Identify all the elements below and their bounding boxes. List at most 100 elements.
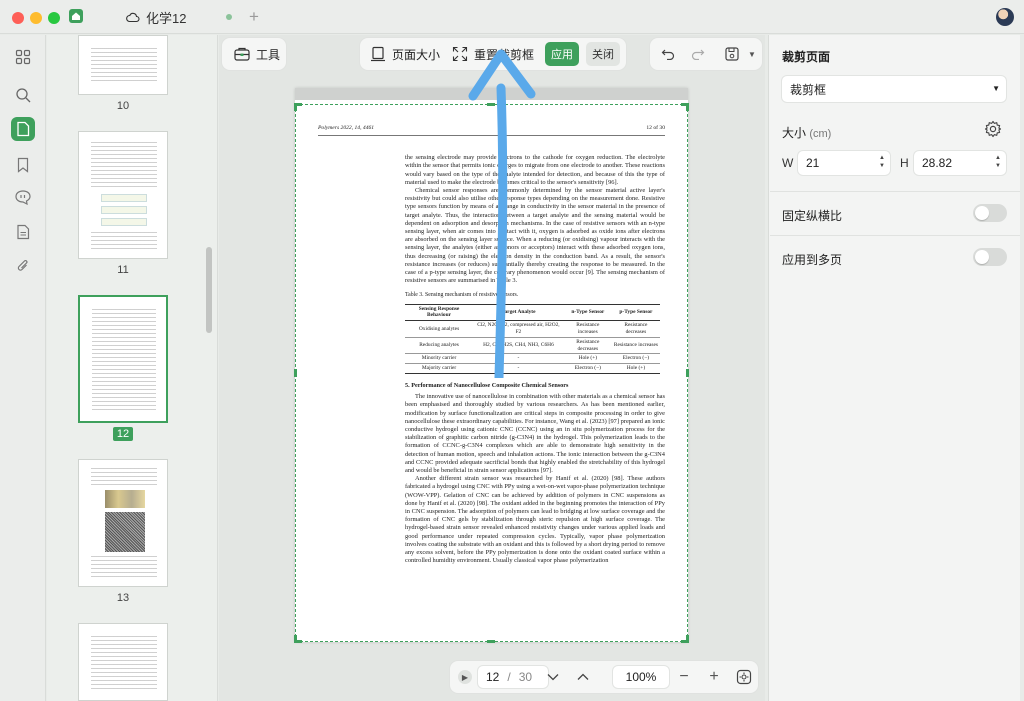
attachment-icon[interactable] [11, 254, 35, 278]
crop-handle[interactable] [294, 635, 297, 643]
total-pages: 30 [518, 670, 533, 684]
lock-ratio-label: 固定纵横比 [782, 209, 843, 223]
width-label: W [782, 156, 794, 170]
page-number-input[interactable]: 12 / 30 [478, 666, 548, 688]
new-tab-button[interactable]: + [249, 7, 259, 27]
crop-handle[interactable] [686, 369, 689, 377]
table-header: Sensing Response Behaviour [405, 303, 474, 322]
document-list-icon[interactable] [11, 220, 35, 244]
crop-handle[interactable] [294, 369, 297, 377]
stepper-icon[interactable]: ▲ ▼ [995, 154, 1001, 170]
toolbox-icon [234, 47, 250, 61]
width-input[interactable]: 21 ▲ ▼ [798, 151, 890, 175]
redo-icon[interactable] [688, 44, 708, 64]
left-rail [0, 35, 46, 701]
table-cell: Hole (+) [611, 363, 660, 375]
tools-label: 工具 [256, 47, 281, 62]
thumbnail-label: 13 [116, 592, 130, 604]
undo-icon[interactable] [658, 44, 678, 64]
search-icon[interactable] [11, 83, 35, 107]
table-cell: Reducing analytes [405, 337, 474, 355]
fit-page-icon[interactable] [734, 667, 754, 687]
table-cell: Minority carrier [405, 353, 474, 365]
thumbnail-page-10[interactable] [78, 35, 168, 95]
thumbnail-page-13[interactable] [78, 459, 168, 587]
journal-ref: Polymers 2022, 14, 4461 [318, 125, 375, 131]
table-header: p-Type Sensor [611, 303, 660, 322]
page-size-button[interactable]: 页面大小 [370, 38, 440, 70]
table-cell: Hole (+) [563, 353, 612, 365]
size-heading: 大小 (cm) [782, 124, 831, 141]
expand-icon [452, 46, 468, 62]
page-icon[interactable] [11, 117, 35, 141]
next-page-icon[interactable] [543, 667, 563, 687]
tab-title: 化学12 [146, 10, 187, 26]
thumbnail-page-11[interactable] [78, 131, 168, 259]
expand-nav-icon[interactable]: ▶ [458, 670, 472, 684]
height-label: H [900, 156, 909, 170]
table-cell: Resistance increases [563, 320, 612, 338]
annotation-arrow [468, 49, 536, 378]
table-cell: Electron (−) [611, 353, 660, 365]
thumbnail-label-selected: 12 [78, 427, 168, 441]
thumbnail-page-14[interactable] [78, 623, 168, 701]
width-value: 21 [806, 156, 820, 170]
chevron-down-icon[interactable]: ▼ [742, 44, 762, 64]
close-window-button[interactable] [12, 12, 24, 24]
table-cell: Resistance increases [611, 337, 660, 355]
page-size-label: 页面大小 [392, 47, 441, 62]
lock-ratio-toggle[interactable] [973, 204, 1007, 222]
crop-handle[interactable] [686, 635, 689, 643]
size-unit: (cm) [809, 128, 832, 140]
bookmark-icon[interactable] [11, 153, 35, 177]
title-bar: 化学12 + [0, 0, 1024, 34]
crop-mode-value: 裁剪框 [790, 82, 827, 97]
table-cell: Electron (−) [563, 363, 612, 375]
crop-mode-select[interactable]: 裁剪框 ▼ [782, 76, 1006, 102]
cloud-icon [126, 12, 140, 23]
crop-handle[interactable] [487, 640, 495, 643]
previous-page-icon[interactable] [573, 667, 593, 687]
crop-handle[interactable] [686, 103, 689, 111]
scrollbar-thumb[interactable] [206, 247, 212, 333]
page-count-ref: 12 of 30 [646, 125, 665, 131]
divider [770, 235, 1020, 236]
stepper-icon[interactable]: ▲ ▼ [879, 154, 885, 170]
apply-multi-page-label: 应用到多页 [782, 253, 843, 267]
apply-multi-page-toggle[interactable] [973, 248, 1007, 266]
zoom-level-input[interactable]: 100% [613, 666, 669, 688]
body-paragraph: Another different strain sensor was rese… [405, 475, 665, 565]
table-cell: Resistance decreases [563, 337, 612, 355]
panel-title: 裁剪页面 [782, 50, 831, 64]
height-input[interactable]: 28.82 ▲ ▼ [914, 151, 1006, 175]
zoom-out-icon[interactable]: − [674, 667, 694, 687]
avatar[interactable] [996, 8, 1014, 26]
size-label: 大小 [782, 126, 807, 140]
home-icon[interactable] [68, 8, 84, 24]
thumbnail-page-12[interactable] [78, 295, 168, 423]
maximize-window-button[interactable] [48, 12, 60, 24]
grid-icon[interactable] [11, 45, 35, 69]
table-cell: Resistance decreases [611, 320, 660, 338]
current-page: 12 [486, 670, 500, 684]
page-navigation-bar: ▶ 12 / 30 100% − + [450, 661, 758, 693]
comment-icon[interactable] [11, 185, 35, 209]
page-size-icon [371, 46, 385, 62]
chevron-down-icon: ▼ [992, 84, 1000, 93]
apply-button[interactable]: 应用 [545, 42, 579, 66]
unsaved-dot [226, 14, 232, 20]
divider [770, 191, 1020, 192]
zoom-in-icon[interactable]: + [704, 667, 724, 687]
thumbnail-label: 10 [116, 100, 130, 112]
close-crop-button[interactable]: 关闭 [586, 42, 620, 66]
thumbnail-scrollbar[interactable] [204, 35, 218, 701]
section-heading: 5. Performance of Nanocellulose Composit… [405, 382, 569, 390]
document-tab[interactable]: 化学12 [110, 3, 240, 31]
minimize-window-button[interactable] [30, 12, 42, 24]
thumbnail-label: 11 [117, 264, 129, 276]
gear-icon[interactable] [984, 120, 1002, 138]
crop-handle[interactable] [294, 103, 297, 111]
tools-button[interactable]: 工具 [222, 38, 286, 70]
page-separator: / [507, 670, 511, 684]
save-icon[interactable] [722, 44, 742, 64]
